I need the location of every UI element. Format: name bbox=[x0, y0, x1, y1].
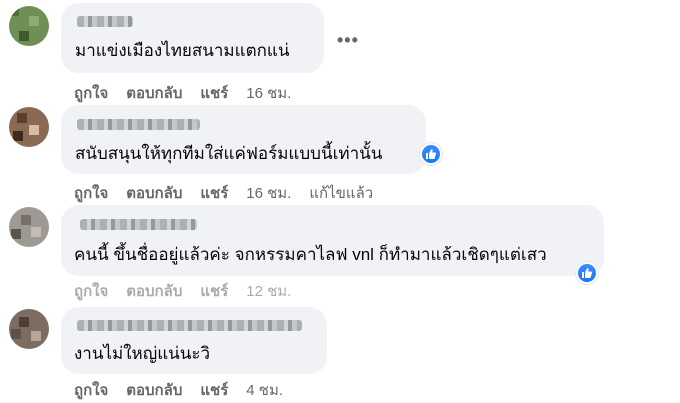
comment-text: คนนี้ ขึ้นชื่ออยู่แล้วค่ะ จกหรรมคาไลฟ vn… bbox=[74, 245, 547, 264]
reply-link[interactable]: ตอบกลับ bbox=[126, 81, 182, 105]
avatar[interactable] bbox=[9, 207, 49, 247]
comment-bubble bbox=[61, 3, 324, 73]
like-reaction-badge[interactable] bbox=[576, 262, 598, 284]
share-link[interactable]: แชร์ bbox=[200, 279, 228, 303]
share-link[interactable]: แชร์ bbox=[200, 378, 228, 402]
reply-link[interactable]: ตอบกลับ bbox=[126, 279, 182, 303]
comment-text: มาแข่งเมืองไทยสนามแตกแน่ bbox=[75, 41, 290, 60]
like-reaction-badge[interactable] bbox=[420, 143, 442, 165]
share-link[interactable]: แชร์ bbox=[200, 81, 228, 105]
avatar[interactable] bbox=[9, 309, 49, 349]
edited-label[interactable]: แก้ไขแล้ว bbox=[309, 181, 373, 205]
like-link[interactable]: ถูกใจ bbox=[74, 279, 108, 303]
thumbs-up-icon bbox=[582, 268, 593, 278]
comment-text: งานไม่ใหญ่แน่นะวิ bbox=[74, 344, 211, 363]
share-link[interactable]: แชร์ bbox=[200, 181, 228, 205]
timestamp[interactable]: 4 ชม. bbox=[246, 378, 283, 402]
author-name-blurred[interactable] bbox=[77, 320, 302, 331]
comment-actions: ถูกใจ ตอบกลับ แชร์ 16 ชม. แก้ไขแล้ว bbox=[74, 181, 373, 205]
more-options-icon[interactable]: ••• bbox=[337, 30, 359, 51]
comment-actions: ถูกใจ ตอบกลับ แชร์ 4 ชม. bbox=[74, 378, 283, 402]
like-link[interactable]: ถูกใจ bbox=[74, 378, 108, 402]
avatar[interactable] bbox=[9, 107, 49, 147]
like-link[interactable]: ถูกใจ bbox=[74, 181, 108, 205]
author-name-blurred[interactable] bbox=[77, 119, 200, 130]
avatar[interactable] bbox=[9, 6, 49, 46]
timestamp[interactable]: 16 ชม. bbox=[246, 181, 291, 205]
author-name-blurred[interactable] bbox=[80, 219, 197, 230]
comment-actions: ถูกใจ ตอบกลับ แชร์ 16 ชม. bbox=[74, 81, 291, 105]
thumbs-up-icon bbox=[426, 149, 437, 159]
comment-actions: ถูกใจ ตอบกลับ แชร์ 12 ชม. bbox=[74, 279, 291, 303]
reply-link[interactable]: ตอบกลับ bbox=[126, 181, 182, 205]
timestamp[interactable]: 12 ชม. bbox=[246, 279, 291, 303]
comment-text: สนับสนุนให้ทุกทีมใส่แค่ฟอร์มแบบนี้เท่านั… bbox=[75, 144, 383, 163]
author-name-blurred[interactable] bbox=[77, 16, 133, 27]
timestamp[interactable]: 16 ชม. bbox=[246, 81, 291, 105]
like-link[interactable]: ถูกใจ bbox=[74, 81, 108, 105]
reply-link[interactable]: ตอบกลับ bbox=[126, 378, 182, 402]
